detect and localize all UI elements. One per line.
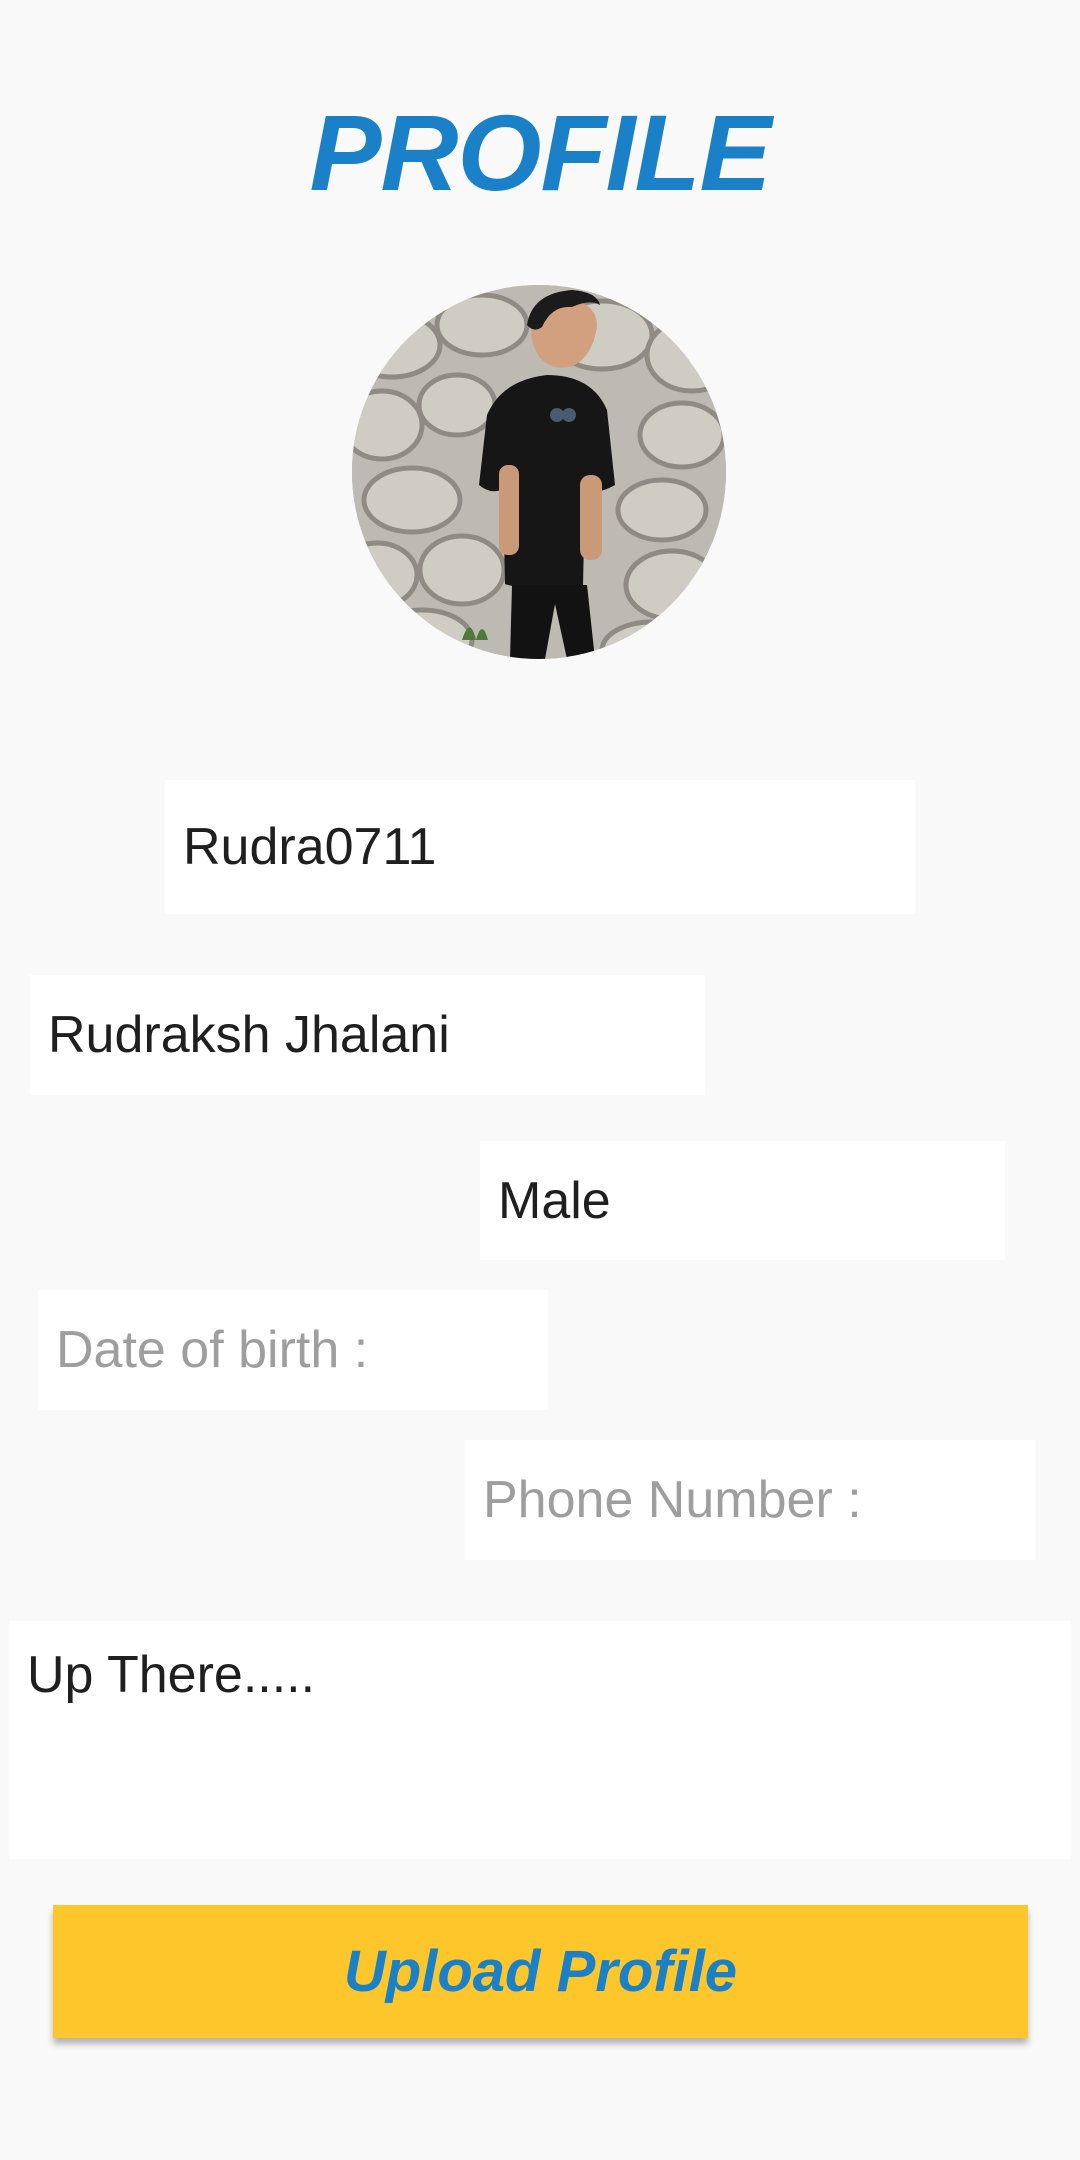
gender-field[interactable] xyxy=(480,1141,1005,1260)
date-of-birth-field[interactable] xyxy=(38,1290,548,1410)
page-title: PROFILE xyxy=(309,92,771,213)
date-of-birth-input[interactable] xyxy=(56,1290,548,1410)
bio-field[interactable]: Up There..... xyxy=(9,1621,1071,1859)
gender-input[interactable] xyxy=(498,1141,1005,1260)
username-input[interactable] xyxy=(183,780,915,914)
full-name-input[interactable] xyxy=(48,975,705,1095)
profile-photo-image xyxy=(352,285,726,659)
profile-avatar[interactable] xyxy=(352,285,726,659)
username-field[interactable] xyxy=(165,780,915,914)
full-name-field[interactable] xyxy=(30,975,705,1095)
upload-profile-button[interactable]: Upload Profile xyxy=(53,1905,1028,2038)
phone-number-input[interactable] xyxy=(483,1440,1035,1560)
bio-text[interactable]: Up There..... xyxy=(27,1645,315,1705)
phone-number-field[interactable] xyxy=(465,1440,1035,1560)
